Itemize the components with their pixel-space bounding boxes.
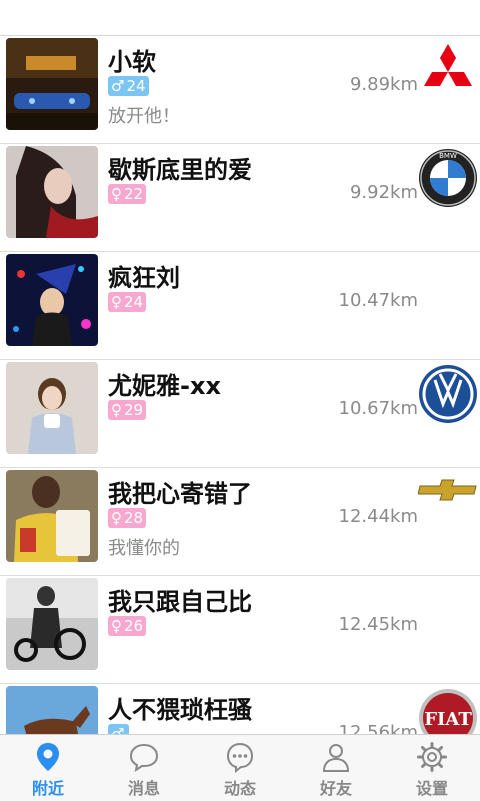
avatar: [6, 38, 98, 130]
gender-age-badge: ♀ 29: [108, 400, 147, 420]
gender-age-badge: ♀ 28: [108, 508, 147, 528]
list-item[interactable]: 疯狂刘 ♀ 24 10.47km: [0, 252, 480, 360]
tab-friends[interactable]: 好友: [288, 735, 384, 801]
age: 28: [124, 509, 144, 527]
user-name: 我只跟自己比: [108, 588, 252, 616]
avatar: [6, 362, 98, 454]
distance: 12.44km: [338, 506, 419, 527]
volkswagen-logo-icon: [419, 365, 477, 423]
user-name: 尤妮雅-xx: [108, 372, 221, 400]
tab-label: 设置: [415, 779, 448, 798]
user-name: 我把心寄错了: [108, 480, 252, 508]
list-item[interactable]: 尤妮雅-xx ♀ 29 10.67km: [0, 360, 480, 468]
gender-symbol: ♀: [111, 185, 122, 203]
ellipsis-bubble-icon: [226, 742, 254, 773]
avatar: [6, 578, 98, 670]
age: 24: [126, 77, 146, 95]
user-name: 人不猥琐枉骚: [108, 696, 252, 724]
top-bar: [0, 0, 480, 36]
person-icon: [322, 744, 350, 772]
distance: 12.56km: [338, 722, 419, 734]
avatar: [6, 146, 98, 238]
avatar: [6, 254, 98, 346]
gender-symbol: ♀: [111, 509, 122, 527]
user-signature: 放开他！: [108, 106, 180, 127]
bmw-logo-icon: BMW: [419, 149, 477, 207]
age: 24: [124, 293, 144, 311]
age: 29: [124, 401, 144, 419]
user-name: 小软: [108, 48, 156, 76]
tab-messages[interactable]: 消息: [96, 735, 192, 801]
gender-symbol: ♂: [111, 77, 125, 95]
tab-label: 附近: [31, 779, 64, 798]
distance: 10.47km: [338, 290, 419, 311]
tab-feed[interactable]: 动态: [192, 735, 288, 801]
age: 26: [124, 617, 144, 635]
avatar: [6, 686, 98, 734]
gender-symbol: ♂: [111, 725, 125, 734]
tab-settings[interactable]: 设置: [384, 735, 480, 801]
list-item[interactable]: 人不猥琐枉骚 ♂ 12.56km FIAT: [0, 684, 480, 734]
user-name: 歇斯底里的爱: [108, 156, 252, 184]
list-item[interactable]: 小软 ♂ 24 放开他！ 9.89km: [0, 36, 480, 144]
gear-icon: [417, 742, 447, 772]
chevrolet-logo-icon: [418, 479, 477, 501]
gender-age-badge: ♂: [108, 724, 130, 734]
distance: 10.67km: [338, 398, 419, 419]
svg-text:BMW: BMW: [439, 152, 457, 160]
gender-symbol: ♀: [111, 617, 122, 635]
tab-label: 动态: [223, 779, 256, 798]
tab-nearby[interactable]: 附近: [0, 735, 96, 801]
svg-text:FIAT: FIAT: [424, 709, 472, 730]
user-name: 疯狂刘: [108, 264, 180, 292]
age: 22: [124, 185, 144, 203]
gender-symbol: ♀: [111, 401, 122, 419]
gender-age-badge: ♂ 24: [108, 76, 149, 96]
gender-age-badge: ♀ 22: [108, 184, 147, 204]
chat-bubble-icon: [129, 743, 159, 773]
list-item[interactable]: 我只跟自己比 ♀ 26 12.45km: [0, 576, 480, 684]
list-item[interactable]: 歇斯底里的爱 ♀ 22 9.92km BMW: [0, 144, 480, 252]
mitsubishi-logo-icon: [424, 44, 472, 86]
gender-age-badge: ♀ 26: [108, 616, 147, 636]
list-item[interactable]: 我把心寄错了 ♀ 28 我懂你的 12.44km: [0, 468, 480, 576]
tab-label: 好友: [319, 779, 352, 798]
gender-symbol: ♀: [111, 293, 122, 311]
nearby-user-list[interactable]: 小软 ♂ 24 放开他！ 9.89km 歇斯底里的爱 ♀ 22 9.92km B…: [0, 36, 480, 734]
fiat-logo-icon: FIAT: [419, 689, 477, 734]
avatar: [6, 470, 98, 562]
user-signature: 我懂你的: [108, 538, 180, 559]
distance: 12.45km: [338, 614, 419, 635]
distance: 9.89km: [349, 74, 418, 95]
bottom-tab-bar: 附近 消息 动态 好友 设置: [0, 734, 480, 801]
location-pin-icon: [37, 743, 59, 771]
distance: 9.92km: [349, 182, 418, 203]
tab-label: 消息: [127, 779, 160, 798]
gender-age-badge: ♀ 24: [108, 292, 147, 312]
